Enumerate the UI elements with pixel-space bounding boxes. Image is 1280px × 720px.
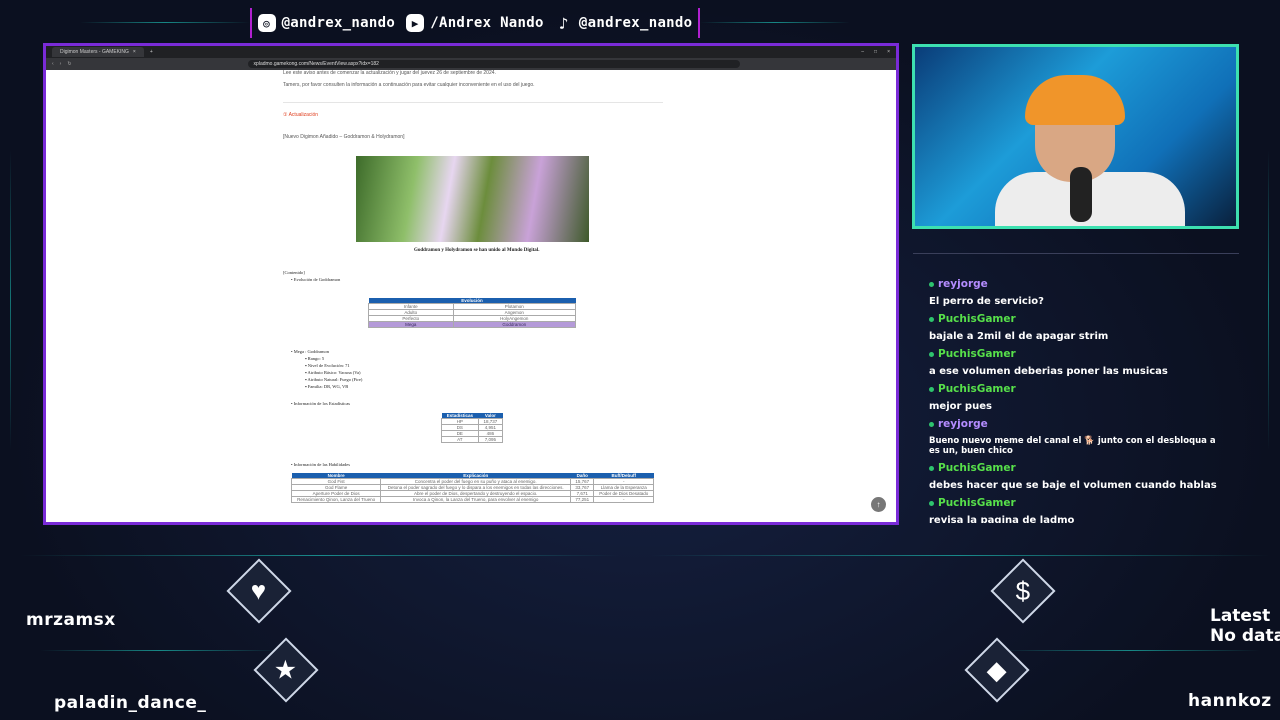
deco-line	[1268, 150, 1269, 450]
section-heading: ① Actualización	[283, 112, 319, 118]
list-item: • Evolución de Goddramon	[291, 277, 341, 282]
deco-line	[700, 22, 850, 23]
deco-line	[650, 555, 1270, 556]
chat-username: reyjorge	[929, 278, 1223, 290]
chat-text: El perro de servicio?	[929, 296, 1044, 307]
microphone	[1070, 167, 1092, 222]
chat-text: debes hacer que se baje el volumen cuand…	[929, 480, 1217, 491]
skills-table: Nombre Explicación Daño Buff/Debuff God …	[290, 473, 654, 503]
chat-text: revisa la pagina de ladmo	[929, 515, 1075, 523]
chat-username: PuchisGamer	[929, 348, 1223, 360]
new-tab-icon[interactable]: +	[150, 49, 153, 55]
dollar-icon: $	[1015, 575, 1031, 606]
social-bar: ◎ @andrex_nando ▶ /Andrex Nando ♪ @andre…	[250, 8, 700, 38]
chat-message: reyjorge El perro de servicio?	[913, 278, 1239, 307]
chat-message: PuchisGamer revisa la pagina de ladmo	[913, 497, 1239, 523]
latest-follower-name: mrzamsx	[26, 610, 116, 630]
back-icon[interactable]: ‹	[52, 61, 54, 67]
deco-line	[40, 650, 280, 651]
scroll-top-button[interactable]: ↑	[871, 497, 886, 512]
browser-capture: Digimon Masters - GAMEKING × + – □ × ‹ ›…	[43, 43, 899, 525]
latest-sub-name: paladin_dance_	[54, 693, 207, 713]
maximize-icon[interactable]: □	[874, 49, 877, 55]
forward-icon[interactable]: ›	[60, 61, 62, 67]
browser-addressbar: ‹ › ↻ xpladmo.gamekong.com/News/EventVie…	[46, 58, 896, 70]
chat-message: PuchisGamer bajale a 2mil el de apagar s…	[913, 313, 1239, 342]
instagram-handle: ◎ @andrex_nando	[257, 14, 395, 32]
chat-username: PuchisGamer	[929, 383, 1223, 395]
list-item: • Información de las Habilidades	[291, 462, 351, 467]
url-field[interactable]: xpladmo.gamekong.com/News/EventView.aspx…	[247, 60, 740, 68]
chat-message: PuchisGamer a ese volumen deberias poner…	[913, 348, 1239, 377]
list-item: • Información de los Estadísticas	[291, 401, 351, 406]
chat-text: mejor pues	[929, 401, 992, 412]
heart-icon: ♥	[251, 575, 267, 606]
browser-tabbar: Digimon Masters - GAMEKING × + – □ ×	[46, 46, 896, 58]
digimon-banner-image	[356, 156, 589, 242]
chat-username: PuchisGamer	[929, 497, 1223, 509]
reload-icon[interactable]: ↻	[67, 61, 71, 67]
tiktok-icon: ♪	[558, 13, 569, 33]
chat-text: Bueno nuevo meme del canal el 🐕 junto co…	[929, 436, 1216, 456]
browser-tab[interactable]: Digimon Masters - GAMEKING ×	[52, 47, 144, 57]
notice-line: Tamers, por favor consulten la informaci…	[283, 82, 535, 88]
chat-message: PuchisGamer mejor pues	[913, 383, 1239, 412]
deco-line	[80, 22, 250, 23]
banner-caption: Goddramon y Holydramon se han unido al M…	[414, 248, 540, 253]
chat-message: reyjorge Bueno nuevo meme del canal el 🐕…	[913, 418, 1239, 456]
notice-line: Lee este aviso antes de comenzar la actu…	[283, 70, 496, 76]
tab-close-icon[interactable]: ×	[133, 49, 136, 55]
chat-panel: reyjorge El perro de servicio? PuchisGam…	[913, 253, 1239, 523]
section-subtitle: [Nuevo Digimon Añadido – Goddramon & Hol…	[283, 134, 405, 140]
chat-text: a ese volumen deberias poner las musicas	[929, 366, 1168, 377]
chat-message: PuchisGamer debes hacer que se baje el v…	[913, 462, 1239, 491]
chat-username: reyjorge	[929, 418, 1223, 430]
streamer-hat	[1025, 75, 1125, 125]
instagram-icon: ◎	[257, 14, 276, 32]
webcam-feed	[912, 44, 1239, 229]
deco-line	[1000, 650, 1260, 651]
stats-table: Estadísticas Valor HP 18,737 DS 4,951 DE 486…	[441, 413, 504, 443]
chat-username: PuchisGamer	[929, 462, 1223, 474]
web-page: Lee este aviso antes de comenzar la actu…	[46, 70, 896, 522]
window-controls: – □ ×	[861, 49, 896, 55]
chat-text: bajale a 2mil el de apagar strim	[929, 331, 1109, 342]
youtube-icon: ▶	[406, 14, 425, 32]
youtube-handle: ▶ /Andrex Nando	[406, 14, 543, 32]
chat-username: PuchisGamer	[929, 313, 1223, 325]
latest-bits-name: hannkoz	[1188, 691, 1272, 711]
evolution-table: Evolución Infante Plotamon Adulto Angemon …	[368, 298, 577, 328]
deco-line	[10, 150, 11, 450]
mega-info: • Mega : Goddramon ▪ Rango: 5 ▪ Nivel de…	[291, 349, 363, 389]
tiktok-handle: ♪ @andrex_nando	[555, 13, 692, 33]
deco-line	[20, 555, 620, 556]
contenido-label: [Contenido]	[283, 270, 305, 275]
arrow-up-icon: ↑	[876, 500, 881, 509]
diamond-icon: ◆	[987, 654, 1007, 685]
minimize-icon[interactable]: –	[861, 49, 864, 55]
divider	[283, 102, 663, 103]
star-icon: ★	[274, 654, 298, 685]
latest-donation-label: Latest No data	[1210, 606, 1280, 646]
close-window-icon[interactable]: ×	[887, 49, 890, 55]
